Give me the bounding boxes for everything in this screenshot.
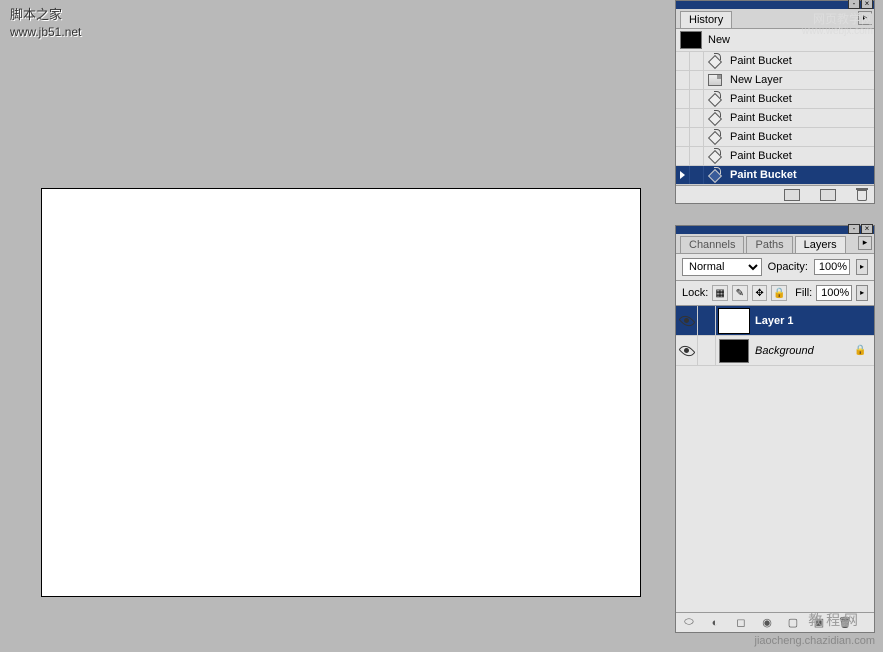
history-item[interactable]: Paint Bucket <box>676 52 874 71</box>
tab-channels[interactable]: Channels <box>680 236 744 253</box>
tab-layers[interactable]: Layers <box>795 236 846 253</box>
layers-titlebar[interactable]: - × <box>676 226 874 234</box>
panel-menu-button[interactable] <box>858 236 872 250</box>
history-item-label: Paint Bucket <box>726 112 792 124</box>
layer-mask-icon[interactable]: ◻ <box>732 616 750 630</box>
layer-thumbnail[interactable] <box>719 339 749 363</box>
visibility-toggle[interactable] <box>676 336 698 365</box>
history-item[interactable]: Paint Bucket <box>676 147 874 166</box>
layer-row[interactable]: Background🔒 <box>676 336 874 366</box>
history-list: Paint Bucket New Layer Paint Bucket Paint B… <box>676 52 874 185</box>
layer-style-icon[interactable]: ◐ <box>706 616 724 630</box>
layers-tabs: Channels Paths Layers <box>676 234 874 254</box>
history-source-column[interactable] <box>676 166 690 184</box>
lock-label: Lock: <box>682 287 708 299</box>
layers-panel: - × Channels Paths Layers Normal Opacity… <box>675 225 875 633</box>
history-source-column[interactable] <box>676 90 690 108</box>
layer-name[interactable]: Layer 1 <box>755 315 874 327</box>
watermark-jiaocheng-text: 教 程 网 <box>808 610 858 630</box>
history-item-label: New Layer <box>726 74 783 86</box>
paint-bucket-icon <box>708 130 722 144</box>
history-source-column[interactable] <box>676 52 690 70</box>
history-source-column[interactable] <box>676 128 690 146</box>
history-item[interactable]: Paint Bucket <box>676 128 874 147</box>
lock-icon: 🔒 <box>854 345 866 357</box>
paint-bucket-icon <box>708 149 722 163</box>
adjustment-layer-icon[interactable]: ◉ <box>758 616 776 630</box>
blend-mode-select[interactable]: Normal <box>682 258 762 276</box>
layers-list: Layer 1 Background🔒 <box>676 306 874 612</box>
lock-transparency-icon[interactable]: ▦ <box>712 285 728 301</box>
layer-thumbnail[interactable] <box>719 309 749 333</box>
paint-bucket-icon <box>708 92 722 106</box>
fill-flyout-arrow[interactable]: ▸ <box>856 285 868 301</box>
paint-bucket-icon <box>708 168 722 182</box>
watermark-script-home: 脚本之家 <box>10 4 62 23</box>
history-brush-column[interactable] <box>690 90 704 108</box>
lock-controls-row: Lock: ▦ ✎ ✥ 🔒 Fill: ▸ <box>676 281 874 306</box>
snapshot-thumbnail <box>680 31 702 49</box>
link-cell[interactable] <box>698 306 716 335</box>
close-button[interactable]: × <box>861 224 873 234</box>
minimize-button[interactable]: - <box>848 0 860 9</box>
fill-label: Fill: <box>795 287 812 299</box>
history-source-column[interactable] <box>676 71 690 89</box>
history-brush-column[interactable] <box>690 147 704 165</box>
history-item[interactable]: New Layer <box>676 71 874 90</box>
watermark-jb51-url: www.jb51.net <box>10 25 81 39</box>
layer-row[interactable]: Layer 1 <box>676 306 874 336</box>
history-item[interactable]: Paint Bucket <box>676 109 874 128</box>
eye-icon <box>680 346 694 356</box>
history-footer <box>676 185 874 203</box>
history-source-column[interactable] <box>676 109 690 127</box>
link-layers-icon[interactable]: ⬭ <box>680 616 698 630</box>
history-source-column[interactable] <box>676 147 690 165</box>
lock-position-icon[interactable]: ✥ <box>752 285 768 301</box>
document-canvas[interactable] <box>41 188 641 597</box>
history-item-label: Paint Bucket <box>726 169 797 181</box>
opacity-label: Opacity: <box>768 261 808 273</box>
history-item-label: Paint Bucket <box>726 55 792 67</box>
paint-bucket-icon <box>708 111 722 125</box>
tab-paths[interactable]: Paths <box>746 236 792 253</box>
lock-pixels-icon[interactable]: ✎ <box>732 285 748 301</box>
create-document-icon[interactable] <box>784 189 800 201</box>
opacity-flyout-arrow[interactable]: ▸ <box>856 259 868 275</box>
minimize-button[interactable]: - <box>848 224 860 234</box>
fill-input[interactable] <box>816 285 852 301</box>
lock-all-icon[interactable]: 🔒 <box>771 285 787 301</box>
history-item-label: Paint Bucket <box>726 93 792 105</box>
snapshot-label: New <box>708 34 730 46</box>
history-brush-column[interactable] <box>690 128 704 146</box>
layer-controls-row: Normal Opacity: ▸ <box>676 254 874 281</box>
history-titlebar[interactable]: - × <box>676 1 874 9</box>
layer-name[interactable]: Background <box>755 345 854 357</box>
history-brush-column[interactable] <box>690 166 704 184</box>
history-brush-column[interactable] <box>690 71 704 89</box>
history-item[interactable]: Paint Bucket <box>676 90 874 109</box>
history-item-label: Paint Bucket <box>726 131 792 143</box>
visibility-toggle[interactable] <box>676 306 698 335</box>
eye-icon <box>680 316 694 326</box>
link-cell[interactable] <box>698 336 716 365</box>
opacity-input[interactable] <box>814 259 850 275</box>
history-item-label: Paint Bucket <box>726 150 792 162</box>
watermark-jiaocheng-url: jiaocheng.chazidian.com <box>755 635 875 647</box>
new-snapshot-icon[interactable] <box>820 189 836 201</box>
paint-bucket-icon <box>708 54 722 68</box>
watermark-webjx-url: www.webjx.com <box>802 26 873 37</box>
tab-history[interactable]: History <box>680 11 732 28</box>
history-brush-column[interactable] <box>690 52 704 70</box>
watermark-webjx-text: 网页教学网 <box>813 10 873 27</box>
trash-icon[interactable] <box>856 188 868 201</box>
new-layer-icon <box>708 74 722 86</box>
history-brush-column[interactable] <box>690 109 704 127</box>
history-item[interactable]: Paint Bucket <box>676 166 874 185</box>
new-group-icon[interactable]: ▢ <box>784 616 802 630</box>
close-button[interactable]: × <box>861 0 873 9</box>
